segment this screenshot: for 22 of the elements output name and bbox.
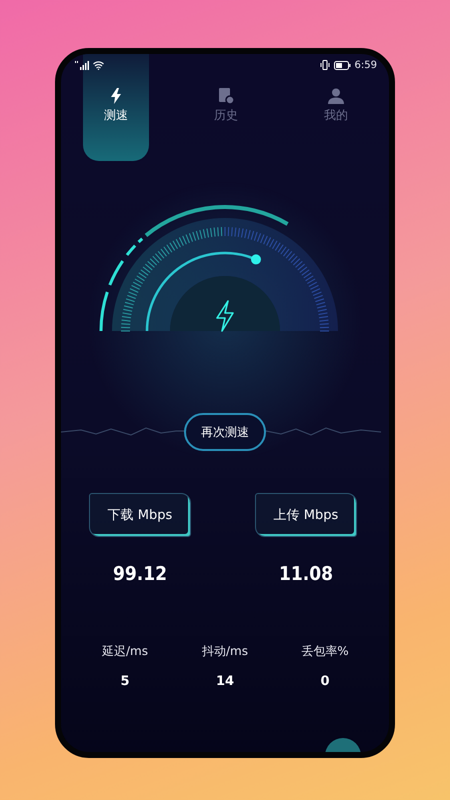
document-clock-icon [218,88,234,104]
nav-tab[interactable]: 测速 [83,54,149,161]
stat-label: 延迟/ms [102,643,148,660]
stat-value: 0 [320,674,330,689]
status-time: 6:59 [354,60,377,70]
wifi-icon [93,60,104,70]
battery-icon [334,60,351,70]
stat-value: 14 [216,674,234,689]
nav-tab[interactable]: 历史 [193,84,259,134]
result-label: 上传 Mbps [274,507,338,524]
lightning-icon [110,88,122,104]
stat-label: 抖动/ms [202,643,248,660]
vibrate-icon [320,60,330,70]
stat-label: 丢包率% [301,643,349,660]
stat-value: 5 [120,674,130,689]
result-label: 下载 Mbps [108,507,172,524]
result-value: 99.12 [112,563,168,585]
nav-tab[interactable]: 我的 [303,84,369,134]
person-icon [328,88,344,104]
retest-button[interactable]: 再次测速 [184,413,266,451]
result-value: 11.08 [278,563,334,585]
signal-icon [75,60,89,70]
